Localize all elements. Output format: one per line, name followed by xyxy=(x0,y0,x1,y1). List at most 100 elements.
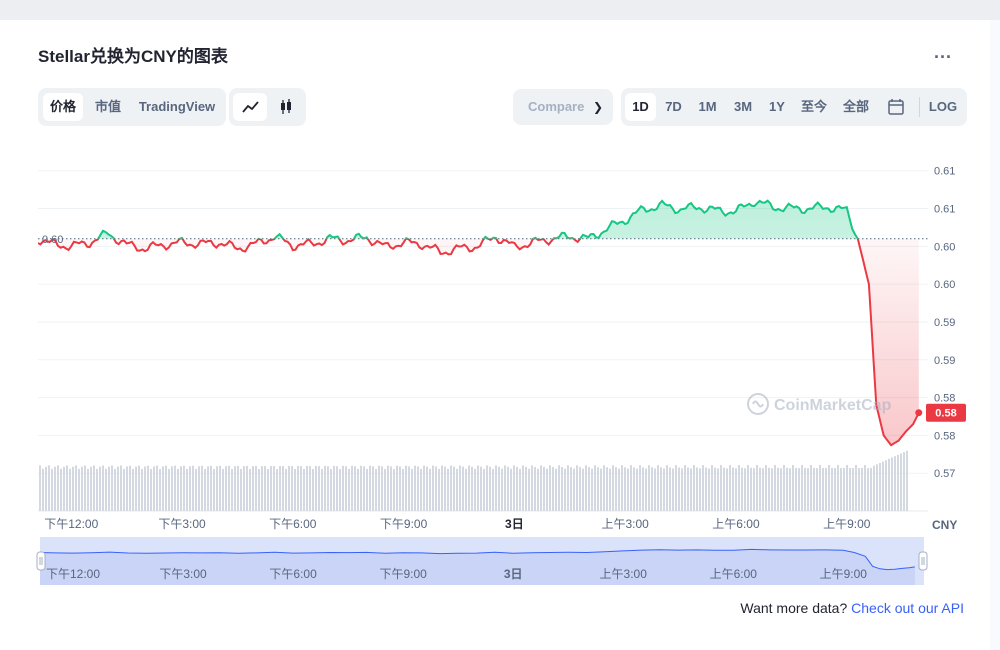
svg-text:CoinMarketCap: CoinMarketCap xyxy=(774,397,892,414)
volume-bar xyxy=(747,465,749,511)
volume-bar xyxy=(888,458,890,511)
volume-bar xyxy=(297,465,299,511)
volume-bar xyxy=(144,466,146,511)
volume-bar xyxy=(702,465,704,511)
volume-bar xyxy=(309,466,311,511)
volume-bar xyxy=(441,465,443,511)
volume-bar xyxy=(885,460,887,511)
volume-bar xyxy=(687,467,689,511)
volume-bar xyxy=(870,467,872,511)
volume-bar xyxy=(873,465,875,511)
volume-bar xyxy=(429,468,431,511)
volume-bar xyxy=(828,465,830,511)
navigator-tick-label: 下午9:00 xyxy=(379,567,427,581)
volume-bar xyxy=(123,468,125,511)
volume-bar xyxy=(621,465,623,511)
volume-bar xyxy=(132,468,134,511)
y-tick-label: 0.59 xyxy=(934,317,955,329)
volume-bar xyxy=(540,465,542,511)
volume-bar xyxy=(447,468,449,511)
volume-bar xyxy=(603,465,605,511)
volume-bar xyxy=(432,465,434,511)
volume-bar xyxy=(153,466,155,511)
volume-bar xyxy=(807,468,809,511)
volume-bar xyxy=(630,465,632,511)
volume-bar xyxy=(795,467,797,511)
volume-bar xyxy=(831,467,833,511)
volume-bar xyxy=(438,468,440,511)
volume-bar xyxy=(396,465,398,511)
current-price-label: 0.58 xyxy=(935,408,956,420)
volume-bar xyxy=(528,468,530,511)
volume-bar xyxy=(402,468,404,511)
y-tick-label: 0.58 xyxy=(934,430,955,442)
volume-bar xyxy=(162,466,164,511)
price-chart[interactable]: CoinMarketCap 0.60 0.610.610.600.600.590… xyxy=(0,0,1000,650)
volume-bar xyxy=(552,466,554,511)
volume-bar xyxy=(243,466,245,511)
volume-bar xyxy=(471,466,473,511)
volume-bar xyxy=(366,468,368,511)
volume-bar xyxy=(777,467,779,511)
volume-bar xyxy=(93,465,95,511)
volume-bar xyxy=(864,465,866,511)
volume-bar xyxy=(360,465,362,511)
volume-bar xyxy=(192,465,194,511)
volume-bar xyxy=(660,467,662,511)
volume-bar xyxy=(321,468,323,511)
volume-bar xyxy=(147,465,149,511)
volume-bar xyxy=(594,465,596,511)
volume-bar xyxy=(180,466,182,511)
volume-bar xyxy=(333,465,335,511)
volume-bar xyxy=(561,467,563,511)
volume-bar xyxy=(201,465,203,511)
volume-bar xyxy=(111,465,113,511)
navigator-tick-label: 上午3:00 xyxy=(600,567,648,581)
volume-bar xyxy=(351,465,353,511)
volume-bar xyxy=(804,467,806,511)
volume-bar xyxy=(816,468,818,511)
volume-bar xyxy=(555,468,557,511)
volume-bar xyxy=(753,468,755,511)
volume-bar xyxy=(237,465,239,511)
volume-bar xyxy=(891,457,893,511)
volume-bar xyxy=(669,467,671,511)
x-tick-label: 上午6:00 xyxy=(712,517,760,531)
volume-bar xyxy=(348,468,350,511)
volume-bar xyxy=(384,468,386,511)
volume-bar xyxy=(183,465,185,511)
volume-bar xyxy=(531,465,533,511)
volume-bar xyxy=(801,465,803,511)
volume-bar xyxy=(492,468,494,511)
volume-bar xyxy=(585,465,587,511)
volume-bar xyxy=(174,465,176,511)
volume-bar xyxy=(117,466,119,511)
volume-bar xyxy=(408,466,410,511)
volume-bar xyxy=(261,466,263,511)
volume-bar xyxy=(798,468,800,511)
volume-bar xyxy=(381,466,383,511)
navigator-tick-label: 上午9:00 xyxy=(820,567,868,581)
volume-bar xyxy=(717,468,719,511)
volume-bar xyxy=(270,466,272,511)
volume-bar xyxy=(462,466,464,511)
volume-bar xyxy=(651,467,653,511)
volume-bar xyxy=(708,468,710,511)
volume-bar xyxy=(690,468,692,511)
volume-bar xyxy=(894,456,896,511)
volume-bar xyxy=(684,465,686,511)
volume-bar xyxy=(258,468,260,511)
volume-bar xyxy=(663,468,665,511)
volume-bar xyxy=(567,465,569,511)
volume-bar xyxy=(285,468,287,511)
volume-bar xyxy=(735,468,737,511)
volume-bar xyxy=(459,465,461,511)
volume-bar xyxy=(465,468,467,511)
volume-bar xyxy=(63,466,65,511)
volume-bar xyxy=(273,465,275,511)
volume-bar xyxy=(534,466,536,511)
volume-bar xyxy=(390,466,392,511)
volume-bar xyxy=(420,468,422,511)
volume-bar xyxy=(564,468,566,511)
volume-bar xyxy=(711,465,713,511)
